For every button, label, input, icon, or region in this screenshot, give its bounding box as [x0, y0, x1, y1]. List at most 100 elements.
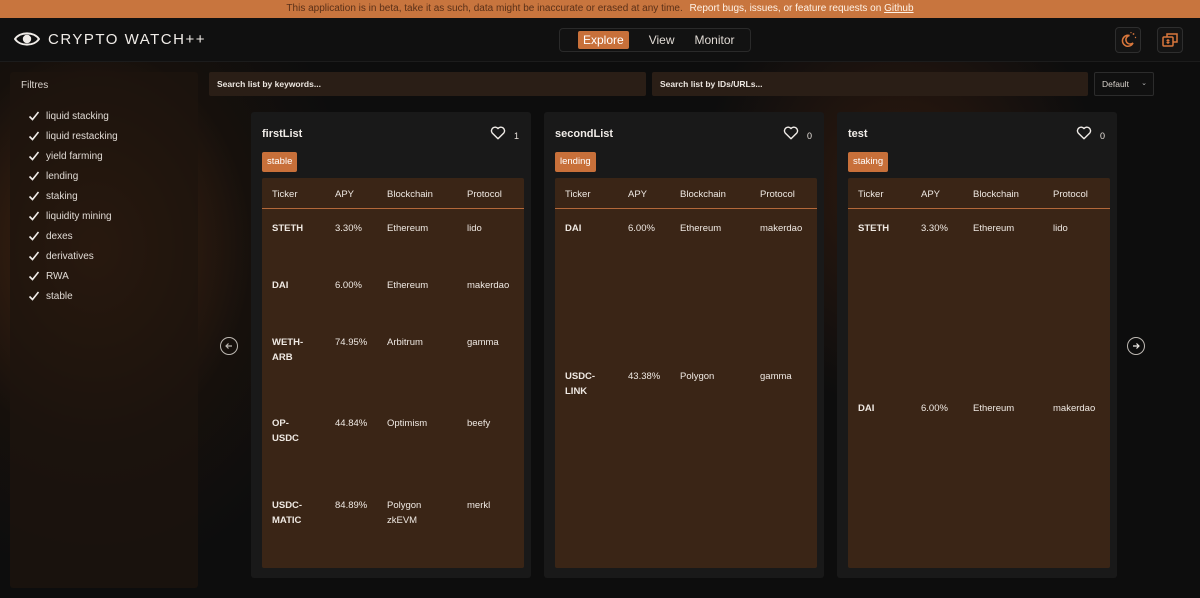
filter-label: dexes	[46, 230, 73, 242]
checkmark-icon[interactable]	[28, 250, 40, 262]
list-card: secondList 0 lending Ticker APY Blockchain Pro…	[544, 112, 824, 578]
sidebar-title: Filtres	[21, 80, 49, 91]
checkmark-icon[interactable]	[28, 130, 40, 142]
filter-item[interactable]: dexes	[28, 226, 118, 246]
nav-explore[interactable]: Explore	[578, 31, 629, 49]
list-tag: stable	[262, 152, 298, 172]
nav-view[interactable]: View	[649, 33, 675, 47]
cell-chain: Ethereum	[680, 223, 722, 234]
filter-label: yield farming	[46, 150, 103, 162]
list-title[interactable]: test	[848, 128, 868, 140]
filter-label: stable	[46, 290, 73, 302]
filter-item[interactable]: yield farming	[28, 146, 118, 166]
filter-item[interactable]: RWA	[28, 266, 118, 286]
ids-search-input[interactable]	[652, 72, 1088, 96]
cell-protocol: gamma	[760, 371, 792, 382]
keywords-search-input[interactable]	[209, 72, 646, 96]
list-tag: lending	[555, 152, 596, 172]
column-header: Blockchain	[680, 189, 726, 200]
column-header: Ticker	[272, 189, 298, 200]
cell-protocol: beefy	[467, 418, 491, 429]
like-count: 1	[513, 130, 519, 141]
checkmark-icon[interactable]	[28, 230, 40, 242]
prev-page-button[interactable]	[220, 337, 238, 355]
column-header: Protocol	[1053, 189, 1088, 200]
like-button[interactable]: 0	[1076, 126, 1105, 145]
nav-monitor[interactable]: Monitor	[694, 33, 734, 47]
like-button[interactable]: 1	[490, 126, 519, 145]
cell-protocol: makerdao	[760, 223, 803, 234]
column-header: Protocol	[467, 189, 502, 200]
column-header: Ticker	[565, 189, 591, 200]
cell-chain: Polygon zkEVM	[387, 500, 422, 526]
cell-chain: Ethereum	[387, 280, 429, 291]
heart-icon	[490, 126, 506, 145]
filter-label: liquid stacking	[46, 110, 109, 122]
cell-protocol: merkl	[467, 500, 491, 511]
list-title[interactable]: firstList	[262, 128, 302, 140]
cell-apy: 6.00%	[335, 280, 362, 291]
column-header: Blockchain	[973, 189, 1019, 200]
checkmark-icon[interactable]	[28, 150, 40, 162]
filter-item[interactable]: liquid stacking	[28, 106, 118, 126]
checkmark-icon[interactable]	[28, 290, 40, 302]
column-header: APY	[628, 189, 648, 200]
cell-protocol: gamma	[467, 337, 499, 348]
theme-toggle-button[interactable]	[1115, 27, 1141, 53]
like-button[interactable]: 0	[783, 126, 812, 145]
cell-chain: Ethereum	[973, 403, 1015, 414]
cell-apy: 43.38%	[628, 371, 661, 382]
list-tag: staking	[848, 152, 889, 172]
like-count: 0	[1099, 130, 1105, 141]
filter-item[interactable]: stable	[28, 286, 118, 306]
checkmark-icon[interactable]	[28, 110, 40, 122]
filter-item[interactable]: staking	[28, 186, 118, 206]
eye-icon	[14, 32, 40, 46]
chevron-down-icon: ⌄	[1141, 80, 1147, 87]
arrow-right-icon	[1133, 343, 1140, 349]
app-logo[interactable]: CRYPTO WATCH++	[14, 30, 206, 48]
filter-item[interactable]: derivatives	[28, 246, 118, 266]
filter-item[interactable]: liquid restacking	[28, 126, 118, 146]
cell-apy: 84.89%	[335, 500, 368, 511]
filter-item[interactable]: lending	[28, 166, 118, 186]
table-header: Ticker APY Blockchain Protocol	[848, 178, 1110, 209]
theme-toggle-icon	[1121, 32, 1137, 48]
cell-apy: 6.00%	[628, 223, 655, 234]
list-title[interactable]: secondList	[555, 128, 613, 140]
cell-ticker: WETH- ARB	[272, 337, 304, 363]
checkmark-icon[interactable]	[28, 270, 40, 282]
checkmark-icon[interactable]	[28, 170, 40, 182]
app-header: CRYPTO WATCH++ Explore View Monitor	[0, 18, 1200, 62]
column-header: APY	[921, 189, 941, 200]
github-link[interactable]: Github	[884, 3, 913, 14]
cell-ticker: DAI	[858, 403, 875, 414]
heart-icon	[1076, 126, 1092, 145]
next-page-button[interactable]	[1127, 337, 1145, 355]
checkmark-icon[interactable]	[28, 210, 40, 222]
cell-ticker: OP- USDC	[272, 418, 299, 444]
column-header: APY	[335, 189, 355, 200]
cell-apy: 74.95%	[335, 337, 368, 348]
checkmark-icon[interactable]	[28, 190, 40, 202]
wallet-button[interactable]	[1157, 27, 1183, 53]
assets-table: Ticker APY Blockchain Protocol DAI 6.00% Ether…	[555, 178, 817, 568]
filter-label: liquid restacking	[46, 130, 118, 142]
column-header: Ticker	[858, 189, 884, 200]
table-header: Ticker APY Blockchain Protocol	[555, 178, 817, 209]
filter-label: staking	[46, 190, 78, 202]
sort-select[interactable]: Default ⌄	[1094, 72, 1154, 96]
cell-apy: 6.00%	[921, 403, 948, 414]
cell-chain: Ethereum	[973, 223, 1015, 234]
beta-banner: This application is in beta, take it as …	[0, 0, 1200, 18]
filter-list: liquid stacking liquid restacking yield fa…	[28, 106, 118, 306]
cell-protocol: lido	[1053, 223, 1068, 234]
filter-label: derivatives	[46, 250, 94, 262]
arrow-left-icon	[225, 343, 232, 349]
wallet-icon	[1162, 33, 1178, 47]
cell-chain: Ethereum	[387, 223, 429, 234]
cell-ticker: STETH	[858, 223, 890, 234]
like-count: 0	[806, 130, 812, 141]
filter-item[interactable]: liquidity mining	[28, 206, 118, 226]
cell-ticker: DAI	[272, 280, 289, 291]
